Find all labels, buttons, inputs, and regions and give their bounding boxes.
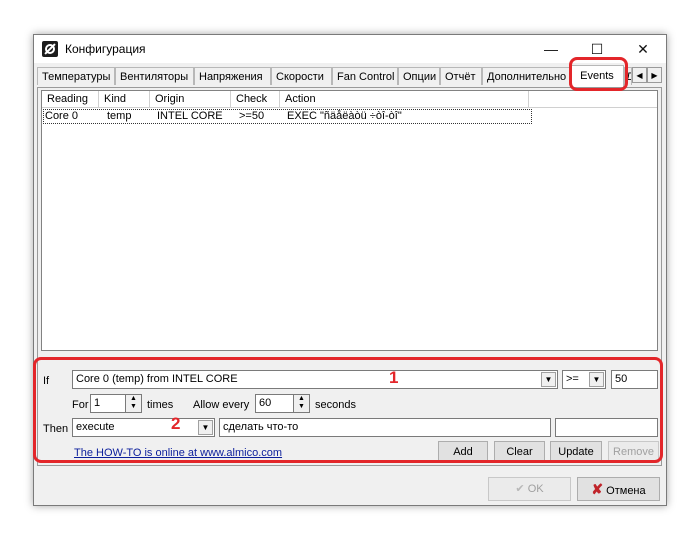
table-row[interactable]: Core 0 temp INTEL CORE >=50 EXEC "ñäåëàò…	[43, 109, 532, 124]
column-reading[interactable]: Reading	[42, 91, 99, 108]
tab-voltages[interactable]: Напряжения	[194, 67, 271, 85]
tab-advanced[interactable]: Дополнительно	[482, 67, 570, 85]
column-action[interactable]: Action	[280, 91, 529, 108]
app-icon	[42, 41, 58, 57]
tab-scroll-left-icon[interactable]: ◀	[632, 67, 647, 83]
cell-reading: Core 0	[45, 110, 79, 122]
events-tab-highlight	[569, 57, 628, 91]
column-kind[interactable]: Kind	[99, 91, 150, 108]
tab-fan-control[interactable]: Fan Control	[332, 67, 398, 85]
minimize-button[interactable]: —	[528, 35, 574, 63]
tab-fans[interactable]: Вентиляторы	[115, 67, 194, 85]
cancel-x-icon: ✘	[591, 481, 604, 497]
events-list-header: Reading Kind Origin Check Action	[42, 91, 657, 108]
column-filler	[529, 91, 657, 108]
check-icon: ✔	[515, 483, 525, 495]
annotation-marker-2: 2	[171, 414, 181, 433]
tab-report[interactable]: Отчёт	[440, 67, 482, 85]
column-check[interactable]: Check	[231, 91, 280, 108]
cell-kind: temp	[107, 110, 132, 122]
window-title: Конфигурация	[65, 42, 146, 56]
cell-origin: INTEL CORE	[157, 110, 223, 122]
close-button[interactable]: ✕	[620, 35, 666, 63]
annotation-marker-1: 1	[389, 368, 399, 387]
tab-options[interactable]: Опции	[398, 67, 440, 85]
tab-speeds[interactable]: Скорости	[271, 67, 332, 85]
rule-editor-highlight	[33, 357, 663, 463]
tab-scroll-right-icon[interactable]: ▶	[647, 67, 662, 83]
events-list[interactable]: Reading Kind Origin Check Action Core 0 …	[41, 90, 658, 351]
tab-temperatures[interactable]: Температуры	[37, 67, 115, 85]
column-origin[interactable]: Origin	[150, 91, 231, 108]
cell-action: EXEC "ñäåëàòü ÷òî-òî"	[287, 110, 402, 122]
cell-check: >=50	[239, 110, 265, 122]
cancel-label: Отмена	[606, 485, 646, 497]
ok-label: OK	[527, 483, 544, 495]
cancel-button[interactable]: ✘ Отмена	[577, 477, 660, 501]
ok-button[interactable]: ✔ OK	[488, 477, 571, 501]
